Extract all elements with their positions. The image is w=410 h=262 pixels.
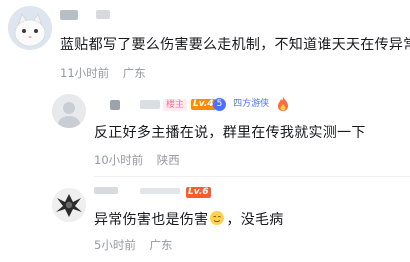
- comment-item: 蓝贴都写了要么伤害要么走机制，不知道谁天天在传异常 11小时前 广东: [0, 0, 410, 82]
- fan-medal-level: 5: [213, 98, 226, 111]
- comment-item: 楼主 Lv.4 5 四方游侠 反正好多主播在说，群里在传我就实测一下 10小时前…: [0, 84, 410, 174]
- emoji-icon: [209, 210, 225, 230]
- comment-text: 蓝贴都写了要么伤害要么走机制，不知道谁天天在传异常: [60, 37, 410, 53]
- default-avatar-icon: [52, 94, 86, 128]
- comment-text: 反正好多主播在说，群里在传我就实测一下: [94, 125, 366, 141]
- comment-meta: 11小时前 广东: [60, 65, 156, 81]
- owner-badge: 楼主: [163, 99, 188, 111]
- fan-medal[interactable]: 5 四方游侠: [213, 98, 269, 112]
- username-redacted: [140, 100, 160, 109]
- dark-creature-avatar-icon: [52, 188, 86, 222]
- comment-meta: 10小时前 陕西: [94, 152, 190, 168]
- comment-location: 广东: [149, 238, 173, 252]
- avatar[interactable]: [52, 94, 86, 128]
- username-redacted: [96, 10, 110, 19]
- fan-medal-name: 四方游侠: [233, 99, 270, 109]
- cat-avatar-icon: [8, 6, 52, 50]
- comment-location: 陕西: [156, 153, 180, 167]
- divider: [94, 176, 410, 177]
- username-redacted[interactable]: [110, 100, 120, 110]
- comment-text: 异常伤害也是伤害 ，没毛病: [94, 209, 284, 230]
- username-redacted[interactable]: [94, 187, 118, 194]
- username-redacted: [140, 188, 180, 194]
- user-level-badge: Lv.6: [186, 187, 211, 198]
- user-level-badge: Lv.4: [191, 99, 216, 110]
- comment-item: Lv.6 异常伤害也是伤害 ，没毛病 5小时前 广东: [0, 180, 410, 262]
- comment-location: 广东: [122, 66, 146, 80]
- comment-text-part: 异常伤害也是伤害: [94, 212, 209, 228]
- comment-meta: 5小时前 广东: [94, 237, 182, 253]
- fire-icon: [276, 96, 290, 116]
- avatar[interactable]: [52, 188, 86, 222]
- avatar[interactable]: [8, 6, 52, 50]
- comment-time: 11小时前: [60, 66, 110, 80]
- comment-text-part: ，没毛病: [226, 212, 284, 228]
- username-redacted[interactable]: [60, 10, 78, 20]
- comment-time: 5小时前: [94, 238, 136, 252]
- comment-time: 10小时前: [94, 153, 144, 167]
